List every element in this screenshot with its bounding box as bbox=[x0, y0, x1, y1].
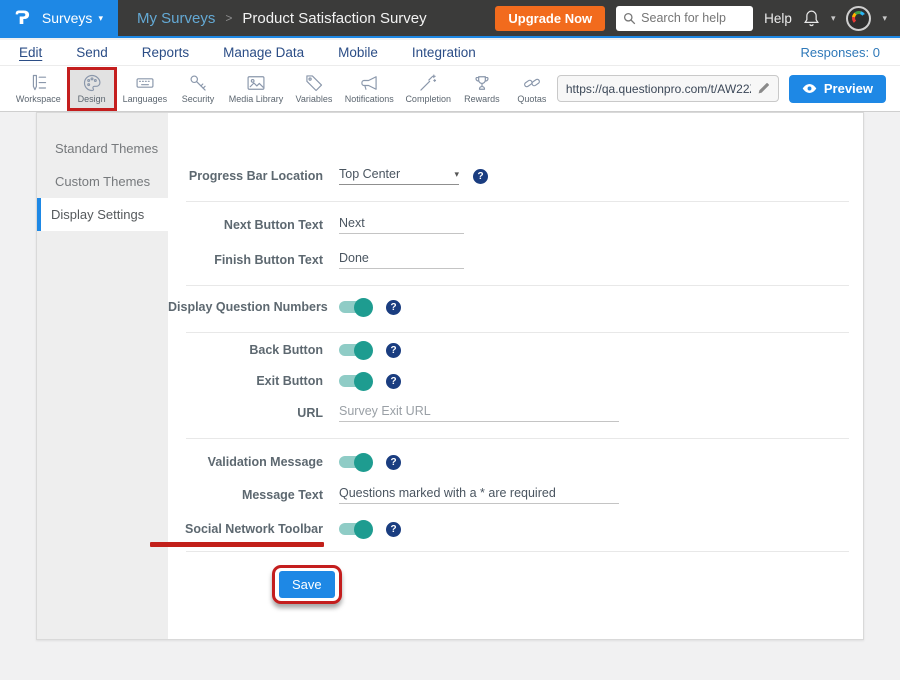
search-input[interactable] bbox=[641, 11, 746, 25]
page-title: Product Satisfaction Survey bbox=[242, 10, 426, 27]
tab-send[interactable]: Send bbox=[59, 45, 125, 60]
survey-url-field[interactable]: https://qa.questionpro.com/t/AW22Zcq2J bbox=[557, 75, 779, 102]
finish-button-text-input[interactable] bbox=[339, 251, 464, 269]
breadcrumb-separator: > bbox=[225, 11, 232, 25]
display-question-numbers-label: Display Question Numbers bbox=[168, 300, 323, 314]
progress-bar-location-label: Progress Bar Location bbox=[168, 169, 323, 183]
languages-icon bbox=[135, 73, 155, 93]
exit-button-label: Exit Button bbox=[168, 374, 323, 388]
account-avatar[interactable] bbox=[846, 6, 871, 31]
media-library-icon bbox=[246, 73, 266, 93]
toolbar-item-completion[interactable]: Completion bbox=[400, 68, 457, 110]
tab-integration[interactable]: Integration bbox=[395, 45, 493, 60]
chevron-down-icon: ▾ bbox=[98, 13, 103, 24]
eye-icon bbox=[802, 83, 817, 94]
toolbar-item-security[interactable]: Security bbox=[173, 68, 223, 110]
divider bbox=[186, 285, 849, 286]
upgrade-now-button[interactable]: Upgrade Now bbox=[495, 6, 605, 31]
chevron-down-icon: ▾ bbox=[454, 169, 459, 180]
breadcrumb-my-surveys[interactable]: My Surveys bbox=[137, 10, 215, 27]
edit-url-pencil-icon[interactable] bbox=[757, 82, 770, 95]
divider bbox=[186, 332, 849, 333]
sidebar-item-custom-themes[interactable]: Custom Themes bbox=[37, 165, 168, 198]
chevron-down-icon[interactable]: ▾ bbox=[882, 13, 887, 24]
main-nav: Edit Send Reports Manage Data Mobile Int… bbox=[0, 40, 900, 66]
workspace-icon bbox=[28, 73, 48, 93]
red-underline-annotation bbox=[150, 542, 324, 547]
red-box-annotation: Save bbox=[272, 565, 342, 604]
save-button[interactable]: Save bbox=[279, 571, 335, 598]
help-icon[interactable]: ? bbox=[386, 522, 401, 537]
avatar-arc-icon bbox=[852, 11, 866, 25]
completion-wand-icon bbox=[418, 73, 438, 93]
design-sidebar: Standard Themes Custom Themes Display Se… bbox=[37, 113, 168, 639]
edit-toolbar: Workspace Design Languages Security Medi… bbox=[0, 66, 900, 112]
help-link[interactable]: Help bbox=[764, 11, 792, 26]
tab-reports[interactable]: Reports bbox=[125, 45, 206, 60]
message-text-input[interactable] bbox=[339, 486, 619, 504]
help-icon[interactable]: ? bbox=[386, 455, 401, 470]
exit-button-toggle[interactable] bbox=[339, 375, 370, 387]
variables-icon bbox=[304, 73, 324, 93]
back-button-label: Back Button bbox=[168, 343, 323, 357]
design-icon bbox=[82, 73, 102, 93]
surveys-product-menu[interactable]: Ɂ Surveys ▾ bbox=[0, 0, 118, 36]
progress-bar-location-select[interactable]: Top Center ▾ bbox=[339, 167, 459, 185]
toolbar-item-design[interactable]: Design bbox=[67, 67, 117, 111]
quotas-link-icon bbox=[522, 73, 542, 93]
help-icon[interactable]: ? bbox=[386, 300, 401, 315]
social-network-toolbar-toggle[interactable] bbox=[339, 523, 370, 535]
design-settings-panel: Standard Themes Custom Themes Display Se… bbox=[36, 112, 864, 640]
validation-message-label: Validation Message bbox=[168, 455, 323, 469]
divider bbox=[186, 551, 849, 552]
tab-manage-data[interactable]: Manage Data bbox=[206, 45, 321, 60]
search-icon bbox=[623, 12, 636, 25]
display-settings-form: Progress Bar Location Top Center ▾ ? Nex… bbox=[168, 113, 863, 639]
sidebar-item-display-settings[interactable]: Display Settings bbox=[37, 198, 168, 231]
tab-edit[interactable]: Edit bbox=[14, 45, 59, 60]
display-question-numbers-toggle[interactable] bbox=[339, 301, 370, 313]
security-icon bbox=[188, 73, 208, 93]
back-button-toggle[interactable] bbox=[339, 344, 370, 356]
toolbar-item-quotas[interactable]: Quotas bbox=[507, 68, 557, 110]
rewards-trophy-icon bbox=[472, 73, 492, 93]
toolbar-item-languages[interactable]: Languages bbox=[117, 68, 173, 110]
validation-message-toggle[interactable] bbox=[339, 456, 370, 468]
help-search-box[interactable] bbox=[616, 6, 753, 31]
select-value: Top Center bbox=[339, 167, 400, 181]
notifications-bell-icon[interactable] bbox=[803, 9, 820, 28]
top-header: Ɂ Surveys ▾ My Surveys > Product Satisfa… bbox=[0, 0, 900, 38]
exit-url-input[interactable] bbox=[339, 404, 619, 422]
finish-button-text-label: Finish Button Text bbox=[168, 253, 323, 267]
next-button-text-input[interactable] bbox=[339, 216, 464, 234]
notifications-megaphone-icon bbox=[359, 73, 379, 93]
preview-button[interactable]: Preview bbox=[789, 75, 886, 103]
message-text-label: Message Text bbox=[168, 488, 323, 502]
divider bbox=[186, 201, 849, 202]
product-menu-label: Surveys bbox=[42, 10, 93, 26]
sidebar-item-standard-themes[interactable]: Standard Themes bbox=[37, 132, 168, 165]
help-icon[interactable]: ? bbox=[386, 374, 401, 389]
responses-count[interactable]: Responses: 0 bbox=[801, 45, 887, 60]
next-button-text-label: Next Button Text bbox=[168, 218, 323, 232]
questionpro-logo-icon: Ɂ bbox=[15, 7, 30, 29]
toolbar-item-rewards[interactable]: Rewards bbox=[457, 68, 507, 110]
survey-url-value: https://qa.questionpro.com/t/AW22Zcq2J bbox=[566, 82, 751, 96]
toolbar-item-notifications[interactable]: Notifications bbox=[339, 68, 400, 110]
social-network-toolbar-label: Social Network Toolbar bbox=[168, 522, 323, 536]
divider bbox=[186, 438, 849, 439]
toolbar-item-workspace[interactable]: Workspace bbox=[10, 68, 67, 110]
toolbar-item-variables[interactable]: Variables bbox=[289, 68, 339, 110]
exit-url-label: URL bbox=[168, 406, 323, 420]
toolbar-item-media-library[interactable]: Media Library bbox=[223, 68, 289, 110]
tab-mobile[interactable]: Mobile bbox=[321, 45, 395, 60]
chevron-down-icon[interactable]: ▾ bbox=[831, 13, 836, 24]
help-icon[interactable]: ? bbox=[386, 343, 401, 358]
breadcrumb: My Surveys > Product Satisfaction Survey bbox=[137, 10, 427, 27]
help-icon[interactable]: ? bbox=[473, 169, 488, 184]
